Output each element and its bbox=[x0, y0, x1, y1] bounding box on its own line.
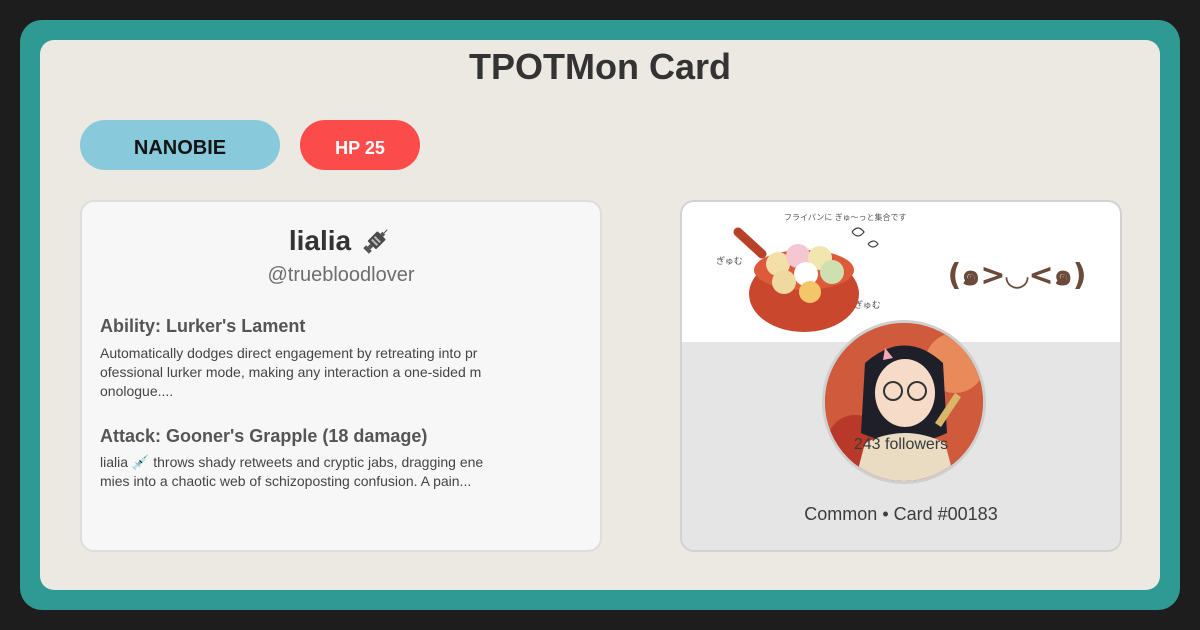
attack-title: Attack: Gooner's Grapple (18 damage) bbox=[100, 426, 428, 446]
image-panel: フライパンに ぎゅ〜っと集合です ぎゅむ ぎゅむ (๑>◡<๑) 243 fol… bbox=[680, 200, 1122, 552]
type-badge: NANOBIE bbox=[80, 120, 280, 170]
ability-title: Ability: Lurker's Lament bbox=[100, 316, 306, 336]
followers-count: 243 followers bbox=[853, 436, 949, 453]
card-title: TPOTMon Card bbox=[469, 46, 731, 87]
avatar[interactable] bbox=[822, 320, 986, 484]
banner-caption-top: フライパンに ぎゅ〜っと集合です bbox=[784, 212, 907, 222]
ability-description: Automatically dodges direct engagement b… bbox=[100, 345, 482, 399]
banner-kaomoji: (๑>◡<๑) bbox=[947, 258, 1087, 293]
profile-name: lialia bbox=[288, 225, 352, 256]
card-rarity-number: Common • Card #00183 bbox=[804, 504, 998, 524]
attack-description: lialia 💉 throws shady retweets and crypt… bbox=[100, 454, 484, 489]
info-panel: lialia @truebloodlover Ability: Lurker's… bbox=[80, 200, 602, 552]
syringe-icon bbox=[359, 224, 393, 258]
hp-badge: HP 25 bbox=[300, 120, 420, 170]
name-row: lialia bbox=[82, 224, 600, 258]
banner-illustration: フライパンに ぎゅ〜っと集合です ぎゅむ ぎゅむ bbox=[716, 212, 907, 332]
banner-caption-left: ぎゅむ bbox=[716, 255, 743, 267]
profile-handle: @truebloodlover bbox=[267, 264, 415, 286]
